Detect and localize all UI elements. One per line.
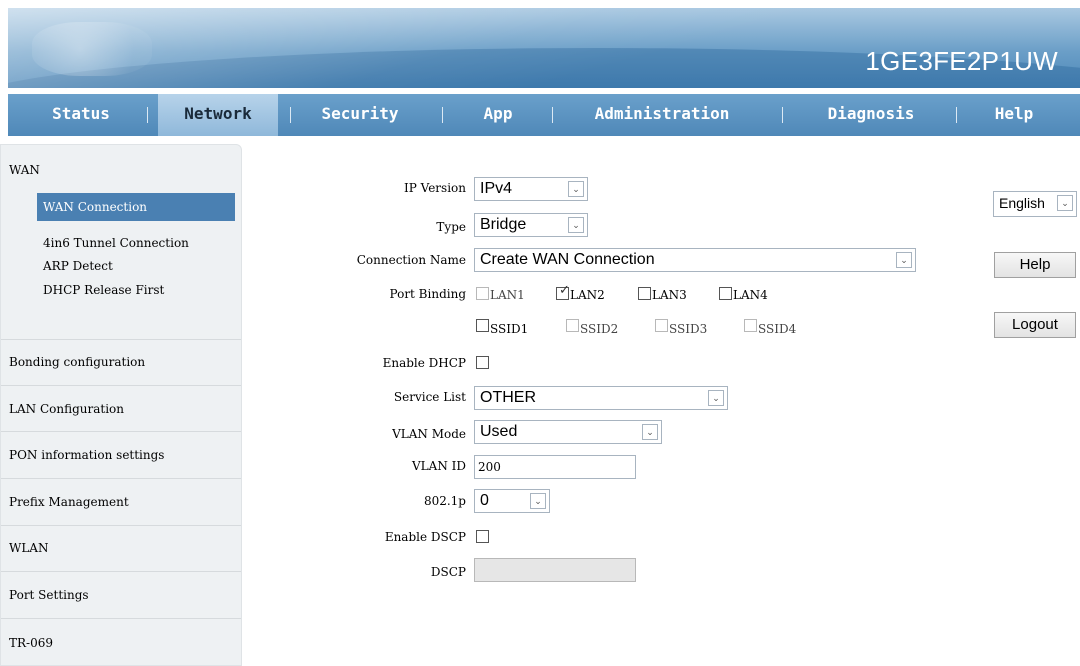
lan1-checkbox[interactable] xyxy=(476,287,489,300)
help-button[interactable]: Help xyxy=(994,252,1076,278)
chevron-down-icon: ⌄ xyxy=(896,252,912,268)
checkmark-icon: ✓ xyxy=(559,283,570,298)
sidebar-divider xyxy=(1,385,241,386)
ssid1-label: SSID1 xyxy=(490,322,529,336)
ssid3-checkbox[interactable] xyxy=(655,319,668,332)
chevron-down-icon: ⌄ xyxy=(642,424,658,440)
port-binding-label: Port Binding xyxy=(389,287,467,301)
ssid3-label: SSID3 xyxy=(669,322,708,336)
language-select[interactable]: English ⌄ xyxy=(993,191,1077,217)
lan4-label: LAN4 xyxy=(733,288,768,302)
connection-name-select[interactable]: Create WAN Connection ⌄ xyxy=(474,248,916,272)
sidebar-item-port-settings[interactable]: Port Settings xyxy=(9,588,89,602)
lan2-checkbox[interactable]: ✓ xyxy=(556,283,570,300)
logo-art xyxy=(32,22,152,76)
nav-separator xyxy=(782,107,783,123)
service-list-label: Service List xyxy=(393,390,466,404)
nav-separator xyxy=(290,107,291,123)
nav-security[interactable]: Security xyxy=(304,94,416,136)
connection-name-label: Connection Name xyxy=(356,253,466,267)
sidebar-item-prefix-management[interactable]: Prefix Management xyxy=(9,495,129,509)
nav-separator xyxy=(442,107,443,123)
lan3-label: LAN3 xyxy=(652,288,687,302)
type-select[interactable]: Bridge ⌄ xyxy=(474,213,588,237)
vlan-id-label: VLAN ID xyxy=(412,459,466,473)
vlan-id-input[interactable]: 200 xyxy=(474,455,636,479)
sidebar-item-lan-configuration[interactable]: LAN Configuration xyxy=(9,402,124,416)
nav-separator xyxy=(147,107,148,123)
sidebar-divider xyxy=(1,339,241,340)
sidebar-item-bonding[interactable]: Bonding configuration xyxy=(9,355,145,369)
dot1p-select[interactable]: 0 ⌄ xyxy=(474,489,550,513)
dscp-label: DSCP xyxy=(430,565,466,579)
nav-separator xyxy=(956,107,957,123)
lan2-label: LAN2 xyxy=(570,288,605,302)
nav-network[interactable]: Network xyxy=(158,94,278,136)
nav-separator xyxy=(552,107,553,123)
chevron-down-icon: ⌄ xyxy=(708,390,724,406)
ip-version-value: IPv4 xyxy=(480,180,513,197)
vlan-mode-value: Used xyxy=(480,423,518,440)
nav-status[interactable]: Status xyxy=(20,94,142,136)
chevron-down-icon: ⌄ xyxy=(568,217,584,233)
header-banner: 1GE3FE2P1UW xyxy=(8,8,1080,88)
sidebar-divider xyxy=(1,478,241,479)
ssid4-checkbox[interactable] xyxy=(744,319,757,332)
sidebar-item-pon-information[interactable]: PON information settings xyxy=(9,448,164,462)
service-list-value: OTHER xyxy=(480,389,536,406)
sidebar-divider xyxy=(1,618,241,619)
service-list-select[interactable]: OTHER ⌄ xyxy=(474,386,728,410)
chevron-down-icon: ⌄ xyxy=(568,181,584,197)
ip-version-select[interactable]: IPv4 ⌄ xyxy=(474,177,588,201)
sidebar-divider xyxy=(1,525,241,526)
ssid2-label: SSID2 xyxy=(580,322,619,336)
lan4-checkbox[interactable] xyxy=(719,287,732,300)
ssid2-checkbox[interactable] xyxy=(566,319,579,332)
logout-button[interactable]: Logout xyxy=(994,312,1076,338)
sidebar: WAN WAN Connection 4in6 Tunnel Connectio… xyxy=(0,144,242,666)
sidebar-divider xyxy=(1,571,241,572)
lan3-checkbox[interactable] xyxy=(638,287,651,300)
sidebar-section-wan[interactable]: WAN xyxy=(9,163,40,177)
nav-diagnosis[interactable]: Diagnosis xyxy=(806,94,936,136)
ip-version-label: IP Version xyxy=(404,181,466,195)
dscp-input[interactable] xyxy=(474,558,636,582)
ssid4-label: SSID4 xyxy=(758,322,797,336)
vlan-mode-select[interactable]: Used ⌄ xyxy=(474,420,662,444)
sidebar-divider xyxy=(1,431,241,432)
dot1p-label: 802.1p xyxy=(423,494,466,508)
nav-app[interactable]: App xyxy=(468,94,528,136)
device-model: 1GE3FE2P1UW xyxy=(865,46,1058,76)
chevron-down-icon: ⌄ xyxy=(530,493,546,509)
lan1-label: LAN1 xyxy=(490,288,525,302)
sidebar-item-wlan[interactable]: WLAN xyxy=(9,541,48,555)
vlan-mode-label: VLAN Mode xyxy=(392,427,466,441)
type-label: Type xyxy=(436,220,466,234)
top-nav: Status Network Security App Administrati… xyxy=(8,94,1080,136)
sidebar-item-dhcp-release-first[interactable]: DHCP Release First xyxy=(37,276,235,304)
dot1p-value: 0 xyxy=(480,492,489,509)
connection-name-value: Create WAN Connection xyxy=(480,251,655,268)
sidebar-item-wan-connection[interactable]: WAN Connection xyxy=(37,193,235,221)
enable-dhcp-checkbox[interactable] xyxy=(476,356,489,369)
nav-help[interactable]: Help xyxy=(974,94,1054,136)
chevron-down-icon: ⌄ xyxy=(1057,195,1073,211)
enable-dscp-label: Enable DSCP xyxy=(384,530,466,544)
nav-administration[interactable]: Administration xyxy=(564,94,760,136)
ssid1-checkbox[interactable] xyxy=(476,319,489,332)
type-value: Bridge xyxy=(480,216,527,233)
enable-dscp-checkbox[interactable] xyxy=(476,530,489,543)
enable-dhcp-label: Enable DHCP xyxy=(382,356,466,370)
language-value: English xyxy=(999,195,1045,211)
